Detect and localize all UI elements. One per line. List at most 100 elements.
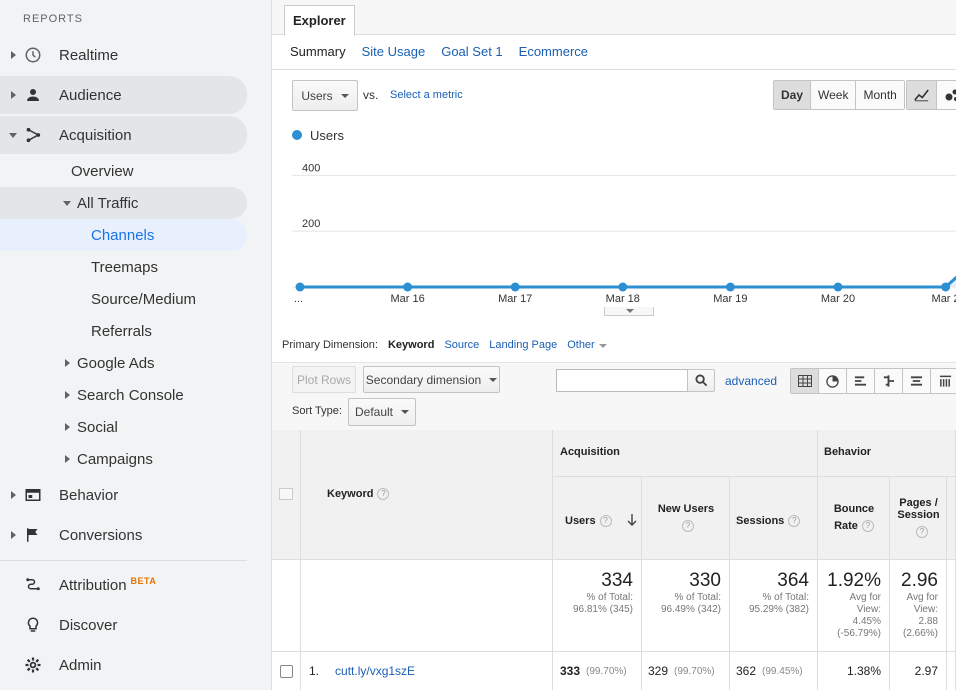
select-metric-link[interactable]: Select a metric <box>390 89 463 101</box>
sidebar-item-all-traffic[interactable]: All Traffic <box>0 187 247 219</box>
chart-collapse-handle[interactable] <box>604 307 654 316</box>
legend-label: Users <box>310 128 344 143</box>
row-bounce-value: 1.38% <box>846 664 881 678</box>
users-column-header[interactable]: Users? <box>553 477 642 560</box>
data-table-view-button[interactable] <box>791 369 819 393</box>
secondary-dimension-select[interactable]: Secondary dimension <box>363 366 500 393</box>
acquisition-group-header: Acquisition <box>553 430 818 477</box>
line-chart-button[interactable] <box>907 81 937 109</box>
pie-view-button[interactable] <box>819 369 847 393</box>
next-column-header <box>947 477 956 560</box>
period-day-button[interactable]: Day <box>774 81 812 109</box>
secondary-dimension-label: Secondary dimension <box>365 372 482 387</box>
totals-sessions: 364 % of Total: 95.29% (382) <box>730 560 818 652</box>
y-tick-label: 200 <box>302 218 320 230</box>
sidebar: REPORTS Realtime Audience Acquisition Ov… <box>0 0 272 690</box>
sidebar-label: Referrals <box>91 322 152 340</box>
help-icon: ? <box>599 515 612 528</box>
dimension-other[interactable]: Other <box>567 339 607 351</box>
search-button[interactable] <box>687 369 715 392</box>
caret-right-icon <box>11 491 16 499</box>
dimension-keyword[interactable]: Keyword <box>388 339 434 351</box>
sessions-column-header[interactable]: Sessions? <box>730 477 818 560</box>
tab-explorer[interactable]: Explorer <box>284 5 355 36</box>
subtab-ecommerce[interactable]: Ecommerce <box>519 44 588 59</box>
period-month-button[interactable]: Month <box>856 81 904 109</box>
bounce-rate-column-header[interactable]: Bounce Rate? <box>818 477 890 560</box>
dimension-source[interactable]: Source <box>444 339 479 351</box>
sidebar-item-referrals[interactable]: Referrals <box>0 313 247 349</box>
series-area <box>300 277 956 287</box>
new-users-column-header[interactable]: New Users ? <box>642 477 730 560</box>
plot-rows-button[interactable]: Plot Rows <box>292 366 356 393</box>
sidebar-item-treemaps[interactable]: Treemaps <box>0 249 247 285</box>
row-next-cell <box>947 652 956 690</box>
sidebar-label: Attribution <box>59 576 127 594</box>
caret-down-icon <box>63 200 71 206</box>
subtab-goal-set-1[interactable]: Goal Set 1 <box>441 44 502 59</box>
help-icon: ? <box>861 520 874 533</box>
row-keyword-link[interactable]: cutt.ly/vxg1szE <box>335 664 415 678</box>
sidebar-item-source-medium[interactable]: Source/Medium <box>0 281 247 317</box>
sort-type-select[interactable]: Default <box>348 398 416 426</box>
sidebar-item-discover[interactable]: Discover <box>0 607 247 643</box>
row-checkbox[interactable] <box>279 664 293 678</box>
sidebar-item-admin[interactable]: Admin <box>0 647 247 683</box>
sidebar-item-conversions[interactable]: Conversions <box>0 517 247 553</box>
sessions-header-label: Sessions <box>736 515 785 527</box>
sidebar-item-behavior[interactable]: Behavior <box>0 477 247 513</box>
row-new-users-value: 329 <box>648 664 669 678</box>
comparison-view-button[interactable] <box>875 369 903 393</box>
sidebar-item-google-ads[interactable]: Google Ads <box>0 345 247 381</box>
sidebar-item-channels[interactable]: Channels <box>0 219 247 251</box>
term-cloud-view-button[interactable] <box>903 369 931 393</box>
sidebar-label: Admin <box>59 656 102 674</box>
caret-right-icon <box>11 51 16 59</box>
totals-bounce-diff: (-56.79%) <box>837 628 881 639</box>
person-icon <box>27 89 39 101</box>
table-row-checkbox-cell <box>272 652 301 690</box>
y-tick-label: 400 <box>302 162 320 174</box>
subtab-site-usage[interactable]: Site Usage <box>362 44 426 59</box>
sidebar-item-acquisition[interactable]: Acquisition <box>0 116 247 154</box>
help-icon: ? <box>682 520 694 532</box>
keyword-header-label: Keyword <box>327 488 374 500</box>
table-search-input[interactable] <box>556 369 688 392</box>
row-pages-value: 2.97 <box>914 664 938 678</box>
pages-session-header-line2: Session <box>897 509 940 521</box>
sidebar-item-social[interactable]: Social <box>0 409 247 445</box>
caret-right-icon <box>65 391 70 399</box>
pivot-view-button[interactable] <box>931 369 956 393</box>
performance-view-button[interactable] <box>847 369 875 393</box>
period-week-button[interactable]: Week <box>811 81 857 109</box>
dropdown-arrow-icon <box>401 410 410 414</box>
metric-select[interactable]: Users <box>292 80 358 111</box>
keyword-header[interactable]: Keyword? <box>301 430 553 560</box>
sidebar-label: Overview <box>71 162 134 180</box>
chart-type-toggle <box>906 80 956 110</box>
sidebar-item-attribution[interactable]: Attribution BETA <box>0 567 247 603</box>
pages-session-column-header[interactable]: Pages / Session ? <box>890 477 947 560</box>
lightbulb-icon <box>27 617 39 632</box>
sidebar-item-overview[interactable]: Overview <box>0 153 247 189</box>
sidebar-label: Channels <box>91 226 155 244</box>
totals-users-value: 334 <box>601 570 633 591</box>
advanced-filter-link[interactable]: advanced <box>725 374 777 388</box>
sidebar-item-audience[interactable]: Audience <box>0 76 247 114</box>
totals-pages-diff: (2.66%) <box>902 628 938 639</box>
totals-new-users-value: 330 <box>689 570 721 591</box>
period-toggle: Day Week Month <box>773 80 905 110</box>
totals-pages-value: 2.96 <box>901 570 938 591</box>
sidebar-item-realtime[interactable]: Realtime <box>0 37 248 73</box>
motion-chart-button[interactable] <box>937 81 956 109</box>
sidebar-item-search-console[interactable]: Search Console <box>0 377 247 413</box>
dimension-landing-page[interactable]: Landing Page <box>489 339 557 351</box>
subtab-summary[interactable]: Summary <box>290 44 346 59</box>
sidebar-item-campaigns[interactable]: Campaigns <box>0 441 247 477</box>
chevron-down-icon <box>626 309 634 313</box>
totals-pages-label2: View: <box>913 604 938 615</box>
row-sessions-cell: 362 (99.45%) <box>730 652 818 690</box>
select-all-checkbox[interactable] <box>279 488 293 500</box>
sidebar-label: Acquisition <box>59 126 132 144</box>
data-point <box>833 282 843 292</box>
